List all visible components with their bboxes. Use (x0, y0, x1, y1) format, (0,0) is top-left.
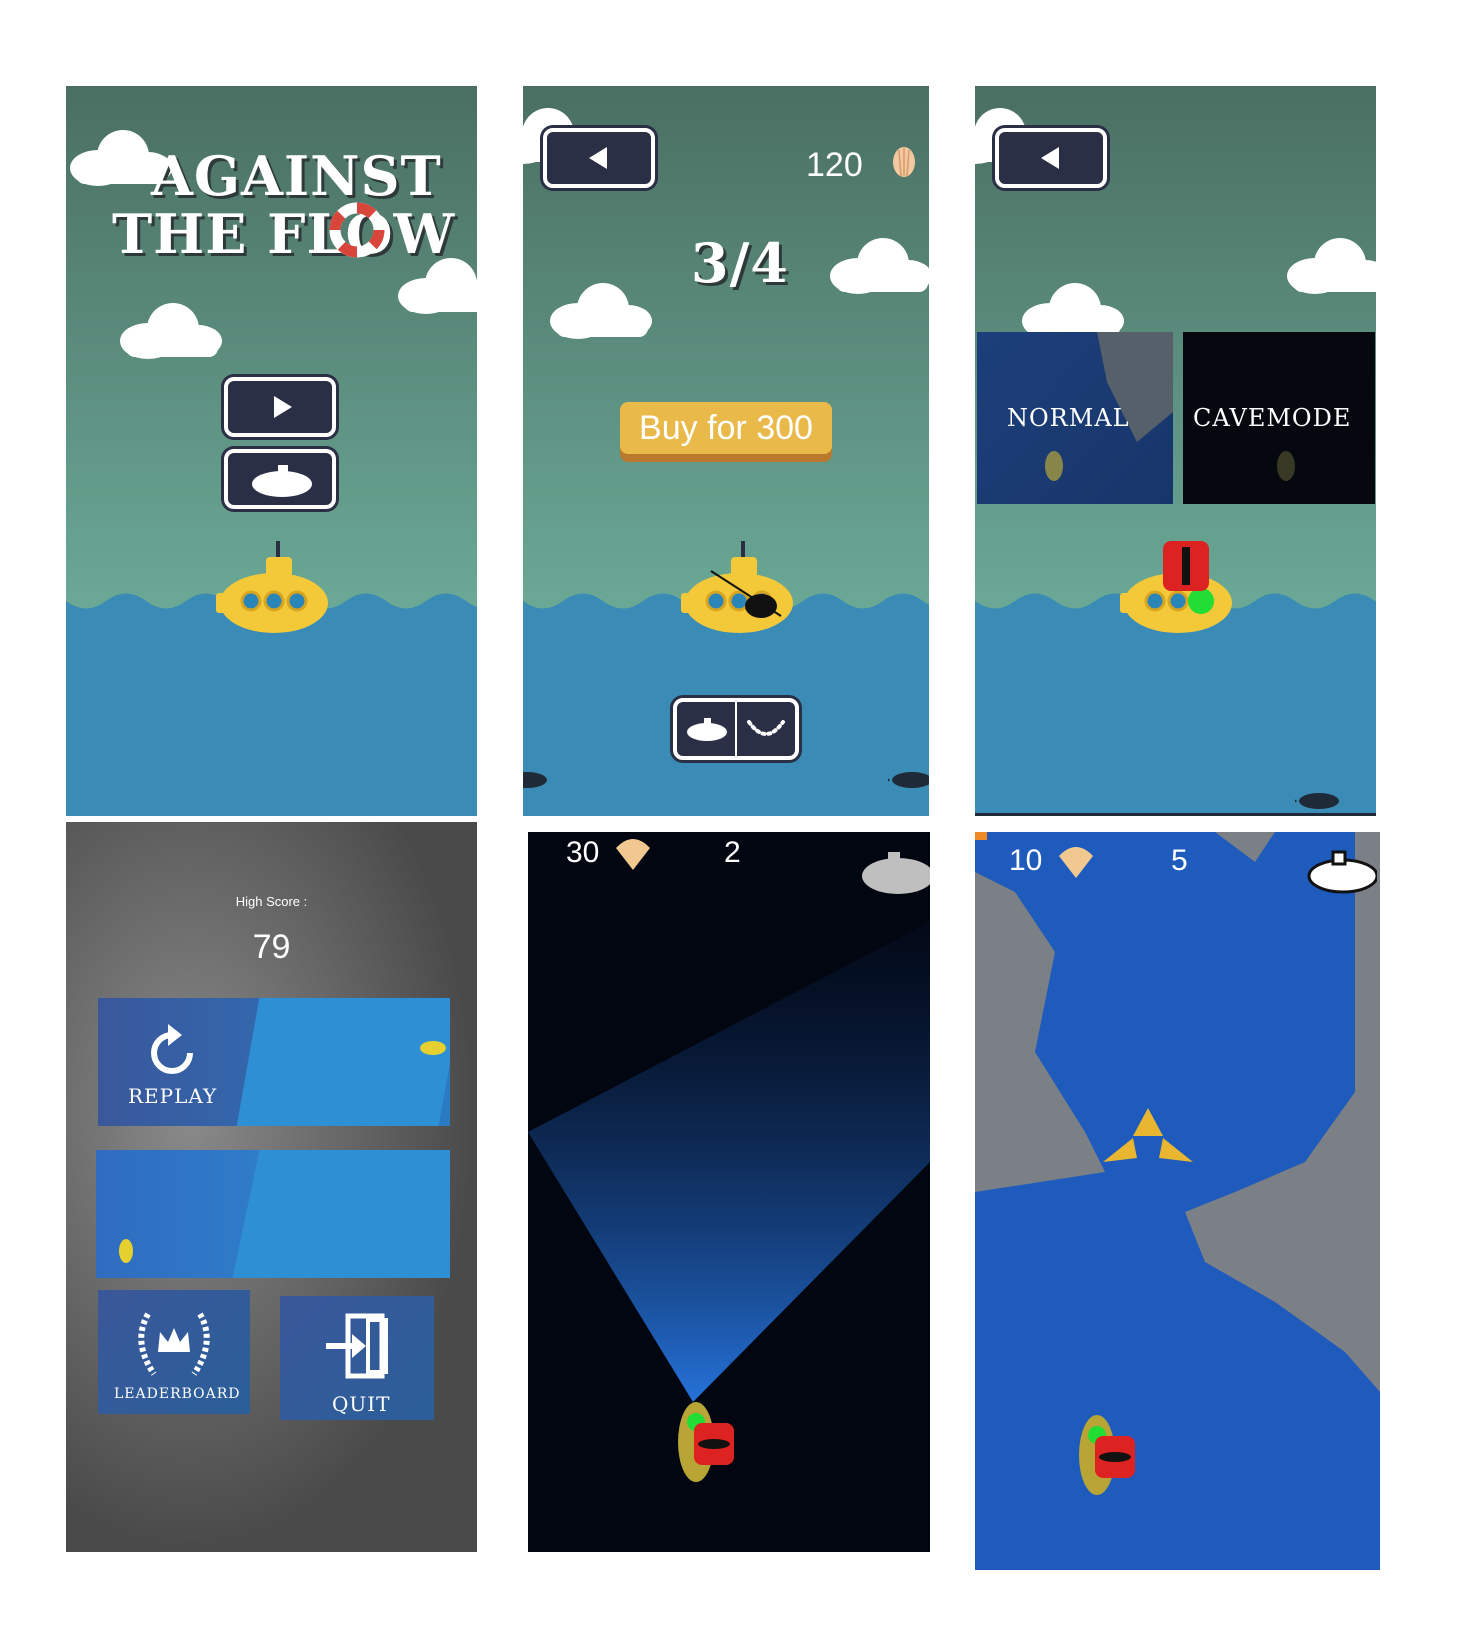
play-button[interactable] (224, 377, 336, 437)
cloud-icon (830, 238, 929, 294)
shell-count: 10 (1009, 844, 1043, 877)
game-title-line2: THE FLOW (112, 202, 456, 266)
exit-icon (326, 1313, 388, 1379)
pearl-necklace-icon[interactable] (737, 702, 795, 756)
back-button[interactable] (543, 128, 655, 188)
mode-cave-label: CAVEMODE (1193, 404, 1352, 432)
powerup-icon (1103, 1108, 1193, 1162)
pause-submarine-icon[interactable] (858, 848, 930, 894)
normal-gameplay-screen: 10 5 (975, 832, 1380, 1570)
cloud-icon (1287, 238, 1376, 294)
replay-label: REPLAY (128, 1084, 218, 1108)
player-submarine (1079, 1415, 1135, 1495)
shell-icon (616, 839, 650, 870)
buy-label: Buy for 300 (639, 409, 813, 447)
skin-progress: 3/4 (691, 231, 789, 295)
submarine-icon (1045, 451, 1063, 481)
score: 2 (724, 836, 741, 869)
life-ring-icon (329, 202, 385, 258)
fish-icon (1295, 793, 1339, 809)
replay-button[interactable]: REPLAY (98, 998, 450, 1126)
submarine-icon (420, 1041, 446, 1055)
pause-submarine-icon[interactable] (1305, 848, 1377, 894)
cave-rock-left (975, 832, 1380, 1392)
mode-cave-tile[interactable]: CAVEMODE (1183, 332, 1375, 504)
quit-label: QUIT (332, 1392, 391, 1416)
coin-count: 120 (806, 146, 863, 184)
leaderboard-label: LEADERBOARD (114, 1386, 241, 1402)
back-arrow-icon (589, 147, 607, 169)
submarine-icon[interactable] (677, 702, 735, 756)
pirate-submarine (681, 541, 795, 635)
replay-icon (151, 1024, 193, 1074)
player-submarine (678, 1402, 734, 1482)
high-score-value: 79 (252, 928, 291, 966)
high-score-label: High Score : (235, 894, 308, 909)
quit-button[interactable]: QUIT (280, 1296, 434, 1420)
submarine-icon (1277, 451, 1295, 481)
cave-gameplay-screen: 30 2 (528, 832, 930, 1552)
back-arrow-icon (1041, 147, 1059, 169)
fish-icon (888, 772, 929, 788)
score: 5 (1171, 844, 1188, 877)
submarine-icon (252, 465, 312, 497)
shell-icon (893, 147, 915, 177)
mode-normal-label: NORMAL (1007, 404, 1130, 432)
play-icon (274, 396, 292, 418)
shell-count: 30 (566, 836, 600, 869)
submarine-select-button[interactable] (224, 449, 336, 509)
title-screen: AGAINST THE FLOW (66, 86, 477, 816)
game-over-screen: High Score : 79 REPLAY LEADERBOARD QUIT (66, 822, 477, 1552)
fish-icon (523, 772, 547, 788)
shop-screen: 120 3/4 Buy for 300 (523, 86, 929, 816)
cloud-icon (120, 303, 222, 359)
submarine-icon (119, 1239, 133, 1263)
buy-button[interactable]: Buy for 300 (620, 402, 832, 454)
player-submarine (1120, 541, 1234, 635)
shell-icon (1059, 847, 1093, 878)
mode-select-screen: NORMAL CAVEMODE (975, 86, 1376, 816)
mode-normal-tile[interactable]: NORMAL (977, 332, 1173, 504)
player-submarine (216, 541, 330, 635)
skin-toggle[interactable] (673, 698, 799, 760)
cloud-icon (550, 283, 652, 339)
back-button[interactable] (995, 128, 1107, 188)
game-title-line1: AGAINST (151, 144, 442, 208)
crown-icon (138, 1312, 210, 1376)
leaderboard-button[interactable]: LEADERBOARD (98, 1290, 250, 1414)
ad-banner[interactable] (96, 1150, 450, 1278)
